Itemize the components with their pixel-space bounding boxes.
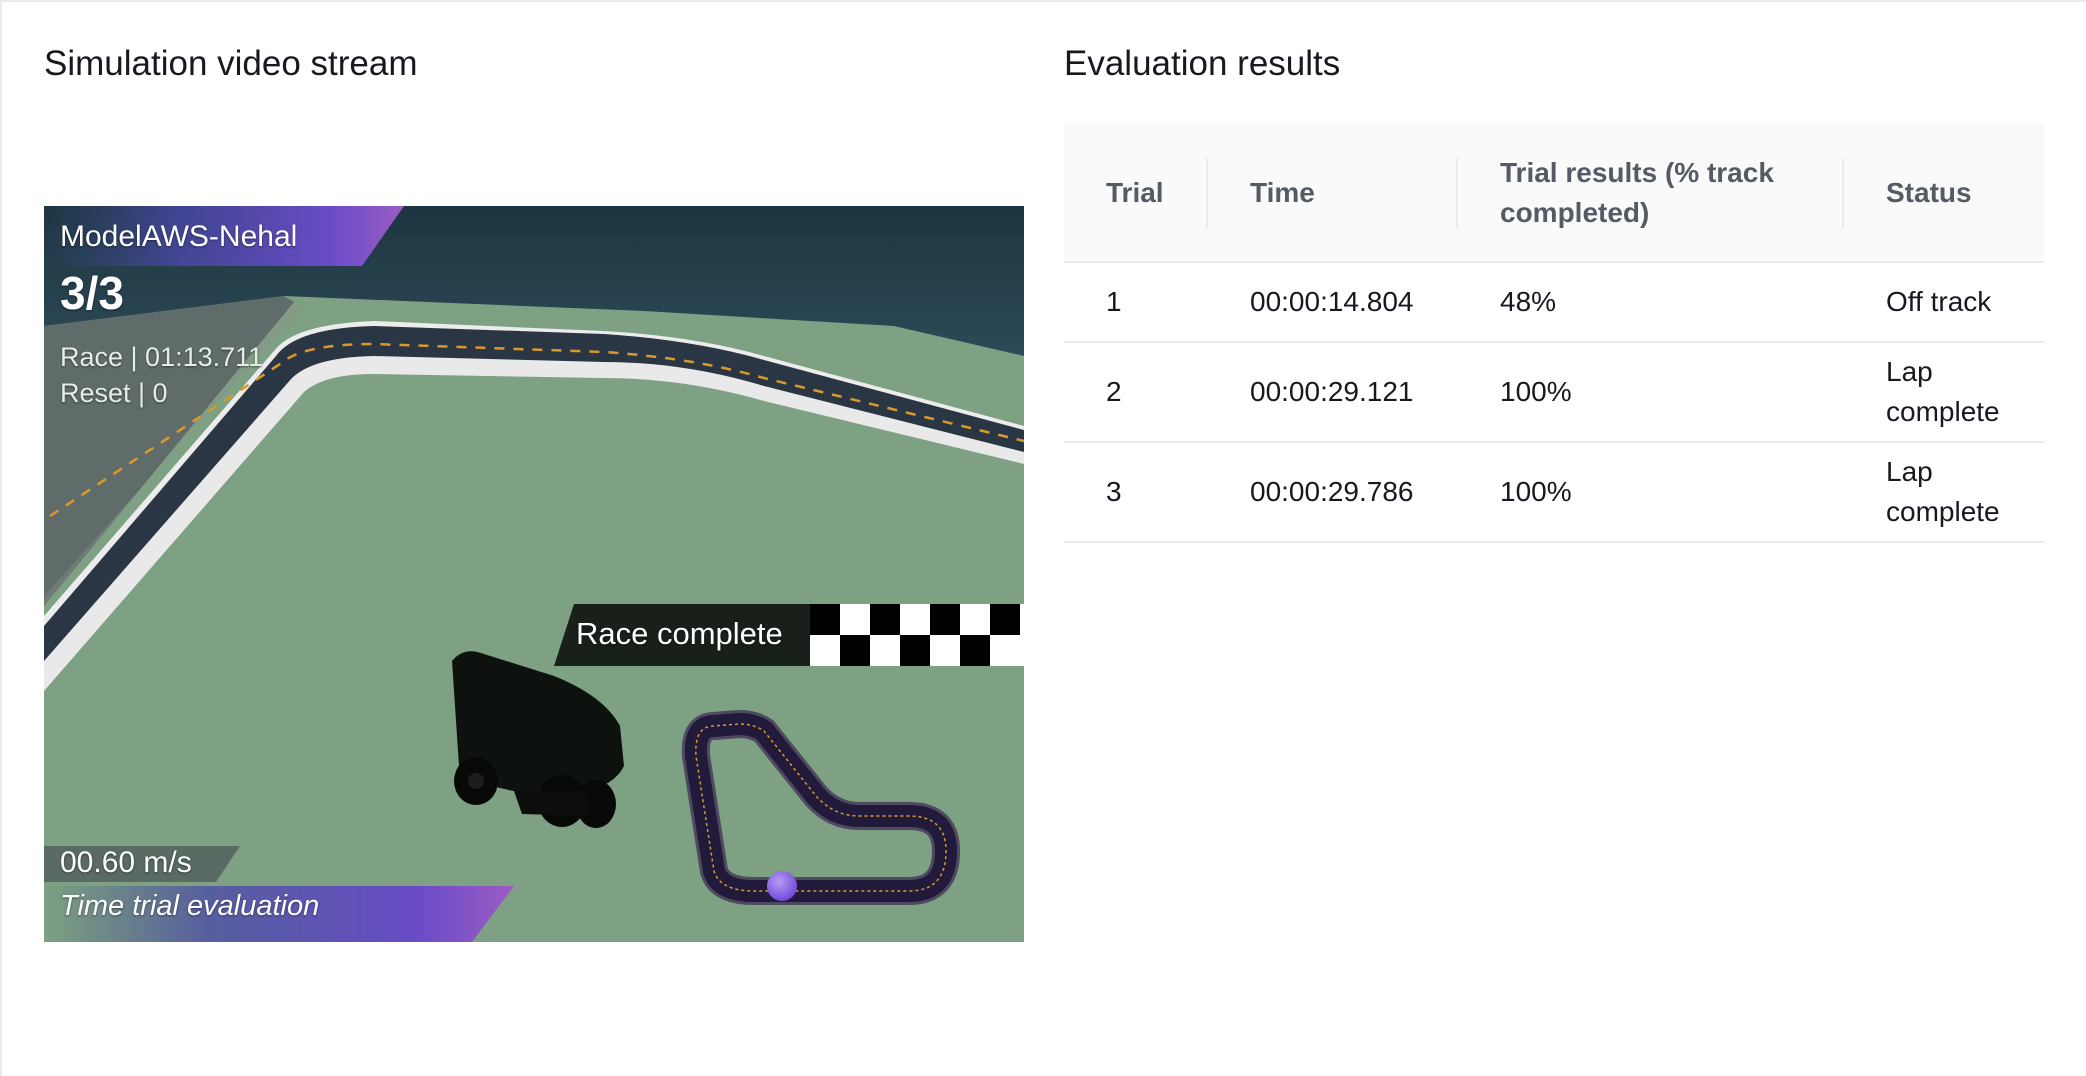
simulation-video[interactable]: ModelAWS-Nehal 3/3 Race | 01:13.711 Rese… bbox=[44, 206, 1024, 942]
trial-cell: 3 bbox=[1064, 442, 1208, 543]
table-row: 1 00:00:14.804 48% Off track bbox=[1064, 262, 2044, 343]
speed-readout: 00.60 m/s bbox=[60, 846, 192, 879]
result-cell: 100% bbox=[1458, 442, 1844, 543]
reset-count-label: Reset | 0 bbox=[60, 378, 168, 408]
race-complete-banner: Race complete bbox=[576, 616, 783, 651]
trial-cell: 2 bbox=[1064, 342, 1208, 443]
checkered-flag-icon bbox=[810, 604, 1024, 666]
evaluation-results-heading: Evaluation results bbox=[1064, 44, 1341, 83]
trial-counter: 3/3 bbox=[60, 267, 124, 319]
status-cell: Lap complete bbox=[1844, 342, 2044, 443]
evaluation-results-table-container: Trial Time Trial results (% track comple… bbox=[1064, 124, 2044, 543]
result-cell: 100% bbox=[1458, 342, 1844, 443]
video-stream-heading: Simulation video stream bbox=[44, 44, 418, 83]
column-header-trial: Trial bbox=[1064, 124, 1208, 263]
table-row: 2 00:00:29.121 100% Lap complete bbox=[1064, 342, 2044, 443]
trial-cell: 1 bbox=[1064, 262, 1208, 343]
race-time-label: Race | 01:13.711 bbox=[60, 342, 264, 372]
table-header-row: Trial Time Trial results (% track comple… bbox=[1064, 124, 2044, 263]
status-cell: Lap complete bbox=[1844, 442, 2044, 543]
result-cell: 48% bbox=[1458, 262, 1844, 343]
status-cell: Off track bbox=[1844, 262, 2044, 343]
model-name-label: ModelAWS-Nehal bbox=[60, 220, 298, 253]
car-position-marker bbox=[767, 871, 797, 901]
simulation-scene bbox=[44, 206, 1024, 942]
evaluation-mode-label: Time trial evaluation bbox=[60, 890, 320, 922]
column-header-time: Time bbox=[1208, 124, 1458, 263]
time-cell: 00:00:29.786 bbox=[1208, 442, 1458, 543]
time-cell: 00:00:29.121 bbox=[1208, 342, 1458, 443]
table-row: 3 00:00:29.786 100% Lap complete bbox=[1064, 442, 2044, 543]
column-header-status: Status bbox=[1844, 124, 2044, 263]
evaluation-results-table: Trial Time Trial results (% track comple… bbox=[1064, 124, 2044, 543]
column-header-trial-results: Trial results (% track completed) bbox=[1458, 124, 1844, 263]
time-cell: 00:00:14.804 bbox=[1208, 262, 1458, 343]
